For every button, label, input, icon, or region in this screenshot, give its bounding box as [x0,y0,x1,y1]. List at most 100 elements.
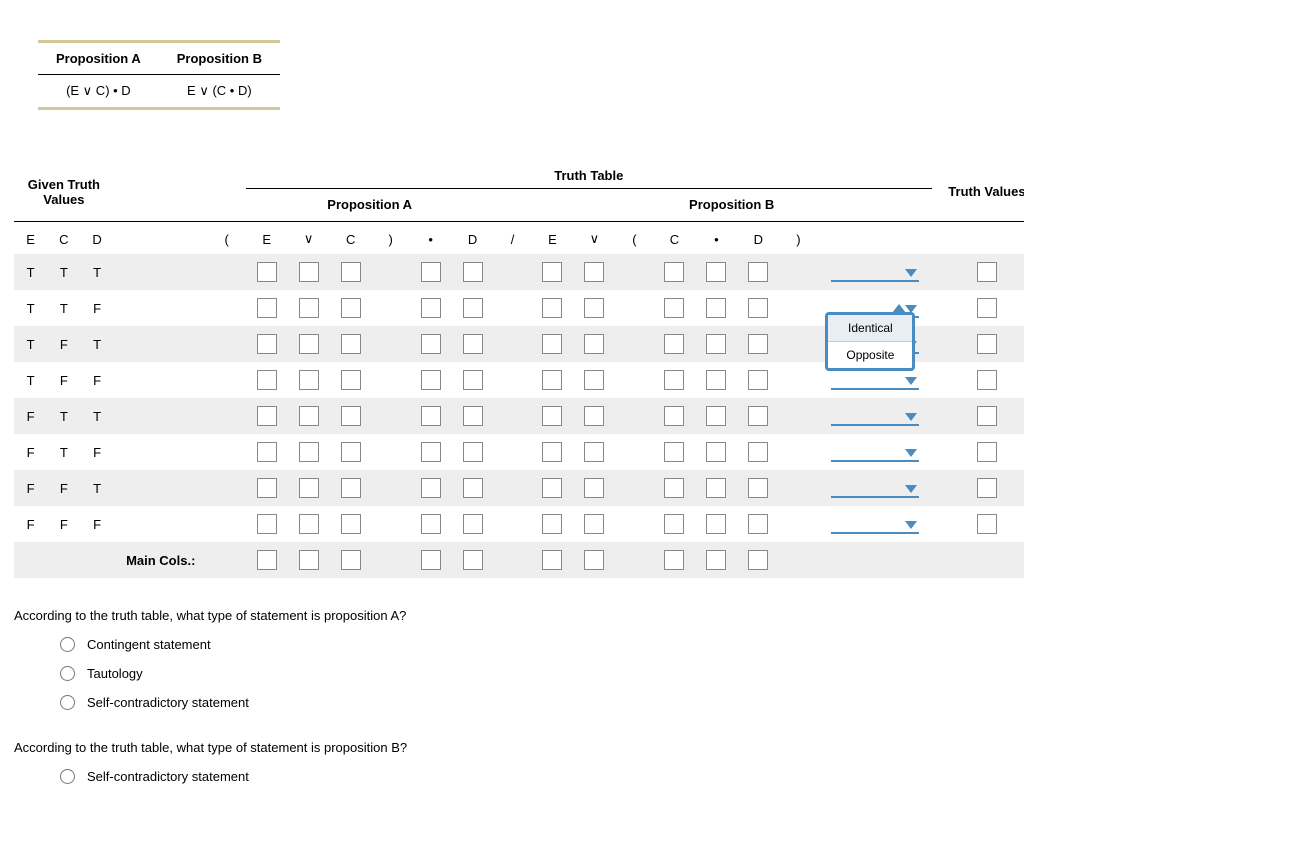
truth-input[interactable] [664,442,684,462]
truth-input[interactable] [748,334,768,354]
truth-input[interactable] [257,442,277,462]
truth-input[interactable] [706,262,726,282]
truth-input[interactable] [421,478,441,498]
truth-input[interactable] [584,406,604,426]
truth-input[interactable] [664,514,684,534]
truth-input[interactable] [341,514,361,534]
truth-value-dropdown[interactable] [831,442,919,462]
truth-value-dropdown[interactable] [831,514,919,534]
truth-input[interactable] [664,262,684,282]
truth-input[interactable] [421,334,441,354]
truth-table-scroll[interactable]: Given Truth Values Truth Table Truth Val… [14,160,1024,578]
maincol-input[interactable] [341,550,361,570]
truth-input[interactable] [463,262,483,282]
maincol-input[interactable] [299,550,319,570]
truth-value-dropdown[interactable] [831,478,919,498]
radio-icon[interactable] [60,695,75,710]
truth-input[interactable] [299,298,319,318]
answer-option[interactable]: Tautology [60,666,1292,681]
truth-input[interactable] [542,406,562,426]
truth-input[interactable] [463,406,483,426]
truth-input[interactable] [257,478,277,498]
truth-input[interactable] [706,478,726,498]
truth-input[interactable] [584,298,604,318]
truth-input[interactable] [421,514,441,534]
maincol-input[interactable] [421,550,441,570]
maincol-input[interactable] [463,550,483,570]
truth-input[interactable] [257,370,277,390]
truth-input[interactable] [299,442,319,462]
truth-input[interactable] [542,478,562,498]
consistency-input[interactable] [977,334,997,354]
truth-input[interactable] [299,478,319,498]
consistency-input[interactable] [977,370,997,390]
truth-value-dropdown[interactable] [831,262,919,282]
truth-input[interactable] [706,334,726,354]
truth-input[interactable] [706,370,726,390]
consistency-input[interactable] [977,262,997,282]
truth-input[interactable] [584,478,604,498]
truth-input[interactable] [341,262,361,282]
truth-input[interactable] [542,298,562,318]
truth-input[interactable] [341,298,361,318]
truth-input[interactable] [584,514,604,534]
maincol-input[interactable] [748,550,768,570]
maincol-input[interactable] [664,550,684,570]
truth-input[interactable] [748,370,768,390]
answer-option[interactable]: Self-contradictory statement [60,695,1292,710]
truth-input[interactable] [748,262,768,282]
radio-icon[interactable] [60,666,75,681]
truth-input[interactable] [341,406,361,426]
truth-input[interactable] [463,370,483,390]
popup-option-identical[interactable]: Identical [828,315,912,341]
truth-input[interactable] [542,514,562,534]
consistency-input[interactable] [977,478,997,498]
truth-input[interactable] [542,370,562,390]
truth-input[interactable] [341,442,361,462]
truth-input[interactable] [748,406,768,426]
truth-input[interactable] [706,298,726,318]
truth-input[interactable] [664,406,684,426]
truth-value-popup[interactable]: IdenticalOpposite [825,312,915,371]
truth-input[interactable] [421,406,441,426]
truth-input[interactable] [664,334,684,354]
consistency-input[interactable] [977,406,997,426]
truth-input[interactable] [257,406,277,426]
truth-input[interactable] [257,334,277,354]
truth-input[interactable] [584,262,604,282]
truth-input[interactable] [748,442,768,462]
truth-input[interactable] [341,334,361,354]
truth-input[interactable] [584,370,604,390]
truth-input[interactable] [463,298,483,318]
answer-option[interactable]: Self-contradictory statement [60,769,1292,784]
truth-input[interactable] [748,478,768,498]
truth-input[interactable] [542,262,562,282]
truth-input[interactable] [748,514,768,534]
truth-input[interactable] [421,262,441,282]
radio-icon[interactable] [60,769,75,784]
truth-input[interactable] [542,442,562,462]
maincol-input[interactable] [706,550,726,570]
truth-input[interactable] [299,334,319,354]
maincol-input[interactable] [542,550,562,570]
truth-input[interactable] [463,514,483,534]
truth-input[interactable] [421,442,441,462]
truth-input[interactable] [421,298,441,318]
truth-input[interactable] [463,442,483,462]
truth-input[interactable] [341,478,361,498]
truth-input[interactable] [664,478,684,498]
truth-input[interactable] [584,442,604,462]
truth-input[interactable] [257,262,277,282]
truth-input[interactable] [748,298,768,318]
maincol-input[interactable] [584,550,604,570]
maincol-input[interactable] [257,550,277,570]
truth-input[interactable] [542,334,562,354]
truth-input[interactable] [421,370,441,390]
truth-input[interactable] [584,334,604,354]
truth-input[interactable] [664,370,684,390]
answer-option[interactable]: Contingent statement [60,637,1292,652]
truth-input[interactable] [706,514,726,534]
truth-input[interactable] [299,406,319,426]
truth-input[interactable] [664,298,684,318]
consistency-input[interactable] [977,514,997,534]
